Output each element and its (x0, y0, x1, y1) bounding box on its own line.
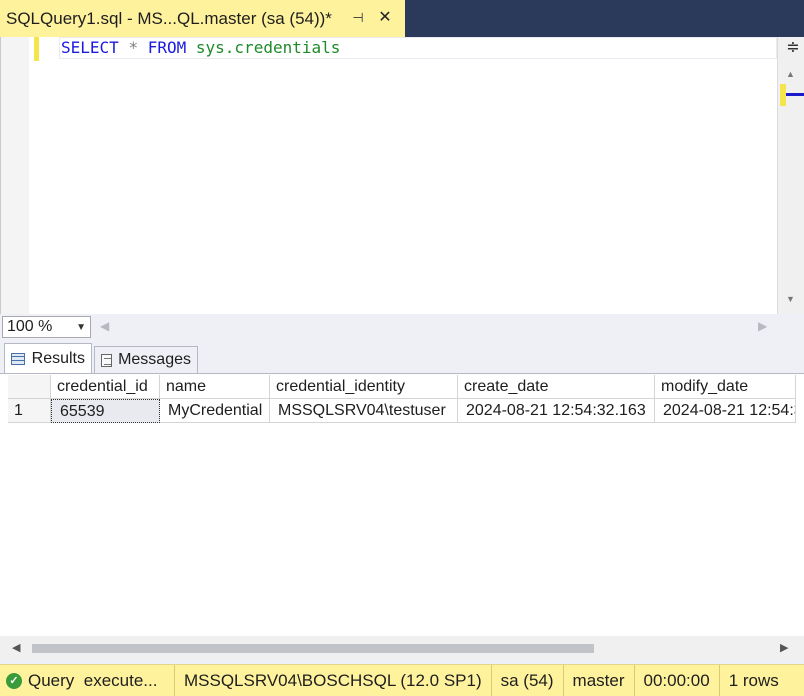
column-header[interactable]: name (160, 375, 270, 399)
zoom-dropdown[interactable]: 100 % ▼ (2, 316, 91, 338)
tab-results-label: Results (31, 349, 85, 367)
grid-header-row: credential_id name credential_identity c… (8, 375, 796, 399)
grid-cell[interactable]: 65539 (51, 399, 160, 423)
column-header[interactable]: create_date (458, 375, 655, 399)
close-icon[interactable]: ✕ (374, 8, 396, 28)
document-tab-title: SQLQuery1.sql - MS...QL.master (sa (54))… (6, 8, 332, 28)
keyword-from: FROM (147, 38, 187, 57)
status-bar: ✓ Query execute... MSSQLSRV04\BOSCHSQL (… (0, 664, 804, 696)
grid-cell[interactable]: 2024-08-21 12:54:32.163 (458, 399, 655, 423)
scroll-down-icon[interactable]: ▼ (786, 294, 795, 304)
success-check-icon: ✓ (6, 672, 22, 689)
caret-marker (786, 93, 804, 96)
status-rows: 1 rows (728, 670, 779, 690)
chevron-down-icon: ▼ (76, 321, 86, 333)
grid-corner-cell[interactable] (8, 375, 51, 399)
editor-margin (1, 37, 29, 314)
status-elapsed: 00:00:00 (635, 664, 720, 696)
grid-cell[interactable]: MSSQLSRV04\testuser (270, 399, 458, 423)
change-indicator (34, 37, 39, 61)
scroll-left-icon[interactable]: ◀ (12, 641, 20, 654)
code-line-1[interactable]: SELECT * FROM sys.credentials (61, 38, 340, 58)
scroll-thumb[interactable] (32, 644, 594, 653)
tab-results[interactable]: Results (4, 343, 92, 373)
results-grid-pane: credential_id name credential_identity c… (0, 373, 804, 660)
grid-cell[interactable]: 2024-08-21 12:54:32.163 (655, 399, 796, 423)
tab-messages[interactable]: Messages (94, 346, 198, 373)
query-editor[interactable]: SELECT * FROM sys.credentials ≑ ▲ ▼ (0, 37, 804, 314)
column-header[interactable]: modify_date (655, 375, 796, 399)
keyword-select: SELECT (61, 38, 119, 57)
status-user: sa (54) (492, 664, 564, 696)
query-status-text: Query execute... (28, 670, 158, 690)
status-database: master (564, 664, 635, 696)
messages-icon (101, 353, 113, 367)
results-horizontal-scrollbar[interactable]: ◀ ▶ (0, 636, 804, 660)
editor-vertical-scrollbar[interactable]: ≑ ▲ ▼ (777, 37, 804, 314)
result-tabs: Results Messages (0, 340, 804, 373)
pin-icon[interactable]: ⊣ (349, 9, 367, 27)
query-status: ✓ Query execute... (0, 664, 175, 696)
zoom-bar: 100 % ▼ ◀ ▶ (0, 314, 804, 340)
tab-messages-label: Messages (118, 351, 191, 368)
row-number[interactable]: 1 (8, 399, 51, 423)
object-name: sys.credentials (195, 38, 341, 57)
document-tab-strip: SQLQuery1.sql - MS...QL.master (sa (54))… (0, 0, 804, 37)
column-header[interactable]: credential_identity (270, 375, 458, 399)
operator-star: * (128, 38, 139, 57)
document-tab[interactable]: SQLQuery1.sql - MS...QL.master (sa (54))… (0, 0, 405, 37)
grid-icon (11, 352, 25, 365)
editor-scroll-left-icon[interactable]: ◀ (100, 319, 109, 333)
zoom-value: 100 % (7, 318, 53, 335)
column-header[interactable]: credential_id (51, 375, 160, 399)
table-row: 1 65539 MyCredential MSSQLSRV04\testuser… (8, 399, 796, 423)
status-server: MSSQLSRV04\BOSCHSQL (12.0 SP1) (175, 664, 492, 696)
editor-scroll-right-icon[interactable]: ▶ (758, 319, 767, 333)
ssms-window: SQLQuery1.sql - MS...QL.master (sa (54))… (0, 0, 804, 696)
scroll-up-icon[interactable]: ▲ (786, 69, 795, 79)
split-icon[interactable]: ≑ (784, 39, 802, 57)
grid-cell[interactable]: MyCredential (160, 399, 270, 423)
scroll-right-icon[interactable]: ▶ (780, 641, 788, 654)
